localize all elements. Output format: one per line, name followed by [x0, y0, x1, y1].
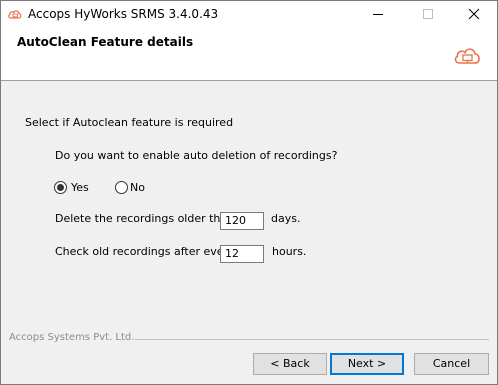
question-label: Do you want to enable auto deletion of r… [55, 149, 338, 162]
title-bar[interactable]: Accops HyWorks SRMS 3.4.0.43 [1, 1, 497, 27]
delete-older-days-input[interactable]: 120 [220, 212, 264, 230]
installer-window: Accops HyWorks SRMS 3.4.0.43 AutoClean F… [0, 0, 498, 385]
hours-unit-label: hours. [272, 245, 307, 258]
minimize-icon [373, 14, 383, 15]
accops-cloud-monitor-logo [454, 48, 480, 64]
maximize-button[interactable] [405, 1, 451, 27]
delete-older-label: Delete the recordings older than [55, 212, 235, 225]
check-every-hours-input[interactable]: 12 [220, 245, 264, 263]
footer-brand: Accops Systems Pvt. Ltd. [9, 332, 135, 343]
back-button[interactable]: < Back [253, 353, 327, 375]
days-unit-label: days. [271, 212, 301, 225]
radio-no-label[interactable]: No [130, 181, 145, 194]
radio-selected-dot [57, 184, 64, 191]
radio-yes-label[interactable]: Yes [71, 181, 89, 194]
cancel-button[interactable]: Cancel [414, 353, 489, 375]
page-title: AutoClean Feature details [17, 35, 194, 49]
radio-yes[interactable] [54, 181, 67, 194]
accops-cloud-icon [8, 10, 22, 19]
window-title: Accops HyWorks SRMS 3.4.0.43 [28, 7, 219, 21]
wizard-header: AutoClean Feature details [1, 27, 497, 81]
check-every-label: Check old recordings after every [55, 245, 235, 258]
section-prompt: Select if Autoclean feature is required [25, 116, 234, 129]
minimize-button[interactable] [355, 1, 401, 27]
footer-divider [135, 339, 489, 340]
close-button[interactable] [451, 1, 497, 27]
radio-no[interactable] [115, 181, 128, 194]
maximize-icon [423, 9, 433, 19]
next-button[interactable]: Next > [330, 353, 404, 375]
close-icon [468, 8, 480, 20]
